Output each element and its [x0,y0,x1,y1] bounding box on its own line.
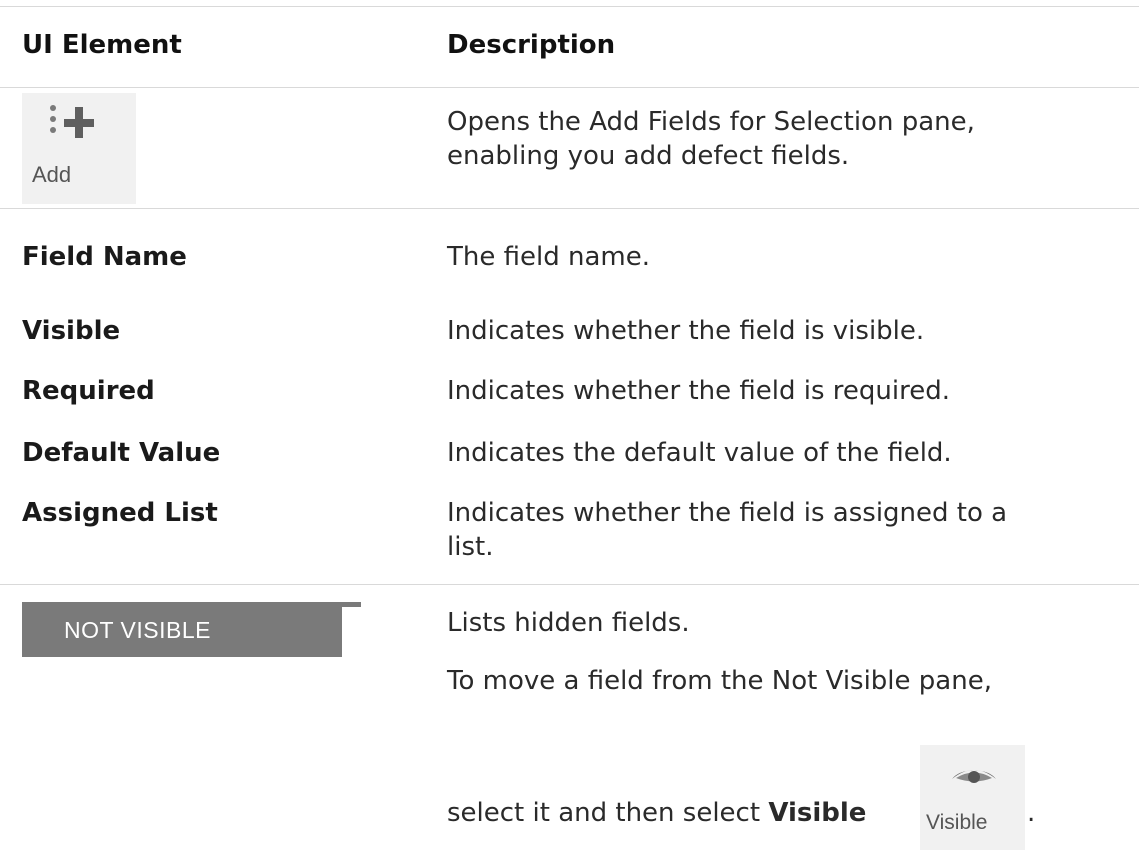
line3-bold: Visible [768,798,867,828]
add-description: Opens the Add Fields for Selection pane,… [447,107,975,171]
add-button-label: Add [32,162,72,187]
more-dots-icon [50,105,58,138]
row-description-required: Indicates whether the field is required. [447,376,951,406]
line3-prefix: select it and then select [447,798,769,828]
header-description: Description [447,30,616,60]
visible-button-label: Visible [926,811,988,834]
row-element-required: Required [22,376,155,406]
row-description-visible: Indicates whether the field is visible. [447,316,925,346]
not-visible-label: NOT VISIBLE [64,617,211,643]
row-divider [0,208,1139,209]
row-divider [0,6,1139,7]
row-element-default-value: Default Value [22,438,221,468]
row-element-field-name: Field Name [22,242,187,272]
visible-button[interactable]: Visible [920,745,1025,850]
row-description-assigned-list: Indicates whether the field is assigned … [447,498,1008,562]
row-description-field-name: The field name. [447,242,650,272]
row-description-default-value: Indicates the default value of the field… [447,438,952,468]
row-divider [0,87,1139,88]
header-ui-element: UI Element [22,30,182,60]
row-element-visible: Visible [22,316,121,346]
row-divider [0,584,1139,585]
not-visible-bar: NOT VISIBLE [22,602,342,657]
not-visible-desc-line2: To move a field from the Not Visible pan… [447,666,992,696]
row-element-assigned-list: Assigned List [22,498,218,528]
sentence-period: . [1027,798,1036,828]
not-visible-desc-line1: Lists hidden fields. [447,608,690,638]
add-button[interactable]: Add [22,93,136,204]
eye-icon [952,770,996,783]
